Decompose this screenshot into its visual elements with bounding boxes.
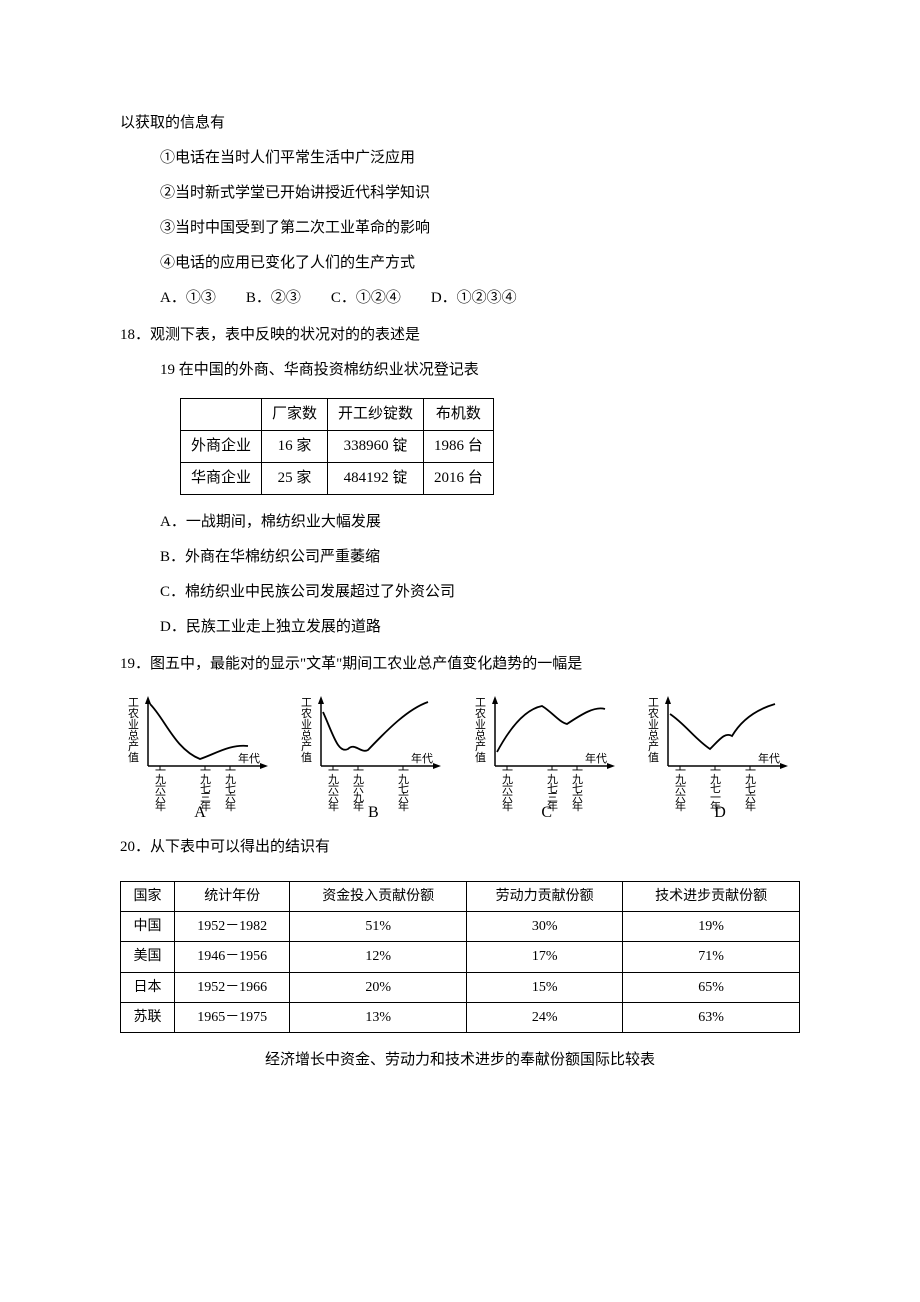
cell: 19% (623, 912, 800, 942)
chart-label-b: B (368, 799, 379, 828)
year-tick: 一九七六年 (398, 765, 409, 813)
th-spindles: 开工纱锭数 (328, 399, 424, 431)
y-axis-label: 工农业总产值 (128, 697, 139, 764)
q20-caption: 经济增长中资金、劳动力和技术进步的奉献份额国际比较表 (120, 1047, 800, 1074)
q19-charts: 工农业总产值 年代 一九六六年 一九七三年 一九七六年 A 工农业总产值 年代 … (120, 694, 800, 824)
cell: 71% (623, 942, 800, 972)
chart-b: 工农业总产值 年代 一九六六年 一九六九年 一九七六年 B (293, 694, 453, 824)
cell: 华商企业 (181, 463, 262, 495)
q17-option-3: ③当时中国受到了第二次工业革命的影响 (120, 215, 800, 242)
q17-choices: A．①③ B．②③ C．①②④ D．①②③④ (120, 285, 800, 312)
th-factories: 厂家数 (262, 399, 328, 431)
y-axis-label: 工农业总产值 (475, 697, 486, 764)
cell: 外商企业 (181, 431, 262, 463)
cell: 30% (467, 912, 623, 942)
year-tick: 一九六六年 (328, 765, 339, 813)
cell: 2016 台 (424, 463, 494, 495)
q18-option-b: B．外商在华棉纺织公司严重萎缩 (120, 544, 800, 571)
cell: 15% (467, 972, 623, 1002)
th-tech: 技术进步贡献份额 (623, 882, 800, 912)
y-axis-label: 工农业总产值 (301, 697, 312, 764)
table-row: 中国 1952－1982 51% 30% 19% (121, 912, 800, 942)
q18-title: 18．观测下表，表中反映的状况对的的表述是 (120, 322, 800, 349)
q20-title: 20．从下表中可以得出的结识有 (120, 834, 800, 861)
th-years: 统计年份 (175, 882, 290, 912)
table-row: 华商企业 25 家 484192 锭 2016 台 (181, 463, 494, 495)
cell: 1986 台 (424, 431, 494, 463)
q18-table: 厂家数 开工纱锭数 布机数 外商企业 16 家 338960 锭 1986 台 … (180, 398, 494, 495)
cell: 13% (290, 1002, 467, 1032)
th-labor: 劳动力贡献份额 (467, 882, 623, 912)
table-header-row: 厂家数 开工纱锭数 布机数 (181, 399, 494, 431)
chart-label-c: C (541, 799, 552, 828)
x-axis-label: 年代 (585, 751, 607, 765)
table-row: 美国 1946－1956 12% 17% 71% (121, 942, 800, 972)
q18-option-a: A．一战期间，棉纺织业大幅发展 (120, 509, 800, 536)
cell: 1946－1956 (175, 942, 290, 972)
x-axis-label: 年代 (411, 751, 433, 765)
cell: 中国 (121, 912, 175, 942)
cell: 51% (290, 912, 467, 942)
q17-option-1: ①电话在当时人们平常生活中广泛应用 (120, 145, 800, 172)
year-tick: 一九七六年 (225, 765, 236, 813)
chart-a: 工农业总产值 年代 一九六六年 一九七三年 一九七六年 A (120, 694, 280, 824)
table-header-row: 国家 统计年份 资金投入贡献份额 劳动力贡献份额 技术进步贡献份额 (121, 882, 800, 912)
year-tick: 一九六六年 (155, 765, 166, 813)
year-tick: 一九六六年 (675, 765, 686, 813)
chart-label-d: D (714, 799, 726, 828)
cell: 24% (467, 1002, 623, 1032)
cell: 63% (623, 1002, 800, 1032)
q18-subtitle: 19 在中国的外商、华商投资棉纺织业状况登记表 (120, 357, 800, 384)
x-axis-label: 年代 (238, 751, 260, 765)
q17-option-2: ②当时新式学堂已开始讲授近代科学知识 (120, 180, 800, 207)
chart-c: 工农业总产值 年代 一九六六年 一九七三年 一九七六年 C (467, 694, 627, 824)
year-tick: 一九六九年 (353, 765, 364, 813)
table-row: 苏联 1965－1975 13% 24% 63% (121, 1002, 800, 1032)
q20-table: 国家 统计年份 资金投入贡献份额 劳动力贡献份额 技术进步贡献份额 中国 195… (120, 881, 800, 1033)
y-axis-label: 工农业总产值 (648, 697, 659, 764)
cell: 20% (290, 972, 467, 1002)
cell: 338960 锭 (328, 431, 424, 463)
year-tick: 一九六六年 (502, 765, 513, 813)
x-axis-label: 年代 (758, 751, 780, 765)
cell: 25 家 (262, 463, 328, 495)
table-row: 外商企业 16 家 338960 锭 1986 台 (181, 431, 494, 463)
th-country: 国家 (121, 882, 175, 912)
cell: 16 家 (262, 431, 328, 463)
chart-label-a: A (194, 799, 206, 828)
q17-stem-cont: 以获取的信息有 (120, 110, 800, 137)
chart-d: 工农业总产值 年代 一九六六年 一九七一年 一九七六年 D (640, 694, 800, 824)
cell: 1965－1975 (175, 1002, 290, 1032)
th-capital: 资金投入贡献份额 (290, 882, 467, 912)
q17-option-4: ④电话的应用已变化了人们的生产方式 (120, 250, 800, 277)
year-tick: 一九七六年 (745, 765, 756, 813)
cell: 12% (290, 942, 467, 972)
cell: 1952－1982 (175, 912, 290, 942)
th-looms: 布机数 (424, 399, 494, 431)
cell: 美国 (121, 942, 175, 972)
cell: 17% (467, 942, 623, 972)
cell: 苏联 (121, 1002, 175, 1032)
cell: 65% (623, 972, 800, 1002)
table-row: 日本 1952－1966 20% 15% 65% (121, 972, 800, 1002)
th-blank (181, 399, 262, 431)
cell: 1952－1966 (175, 972, 290, 1002)
year-tick: 一九七六年 (572, 765, 583, 813)
cell: 日本 (121, 972, 175, 1002)
q18-option-c: C．棉纺织业中民族公司发展超过了外资公司 (120, 579, 800, 606)
q19-title: 19．图五中，最能对的显示"文革"期间工农业总产值变化趋势的一幅是 (120, 651, 800, 678)
q18-option-d: D．民族工业走上独立发展的道路 (120, 614, 800, 641)
cell: 484192 锭 (328, 463, 424, 495)
